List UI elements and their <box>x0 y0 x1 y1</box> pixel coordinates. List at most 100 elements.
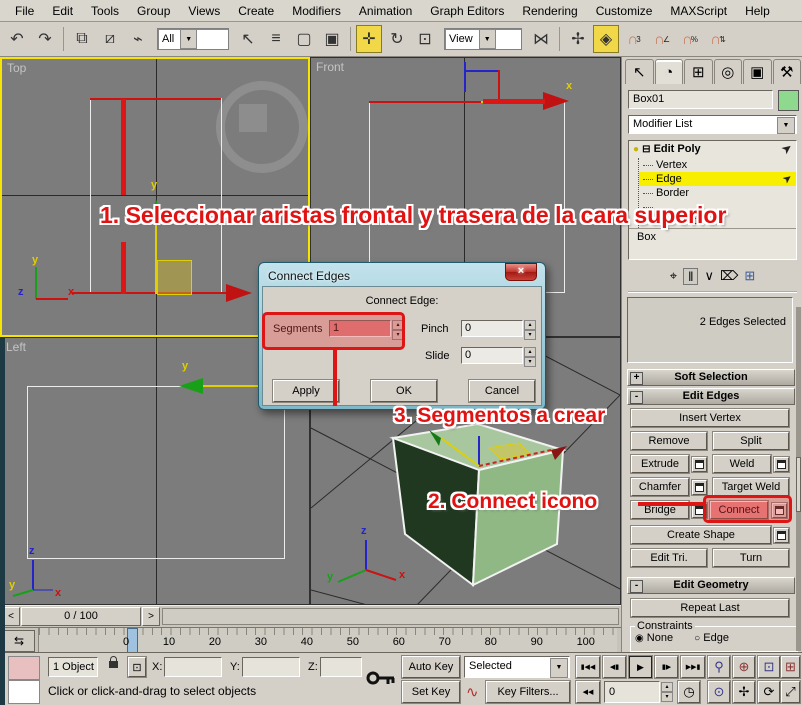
y-coordinate-field[interactable] <box>242 657 300 677</box>
split-button[interactable]: Split <box>713 432 789 450</box>
next-frame-button[interactable]: > <box>142 607 160 626</box>
expand-icon[interactable]: ⊟ <box>642 144 650 155</box>
constraint-edge-radio[interactable]: ○ Edge <box>694 632 729 644</box>
z-coordinate-field[interactable] <box>320 657 362 677</box>
target-weld-button[interactable]: Target Weld <box>713 478 789 496</box>
select-object-button[interactable]: ↖ <box>235 25 261 53</box>
time-slider-handle[interactable]: 0 / 100 <box>21 607 141 626</box>
menu-tools[interactable]: Tools <box>82 1 128 21</box>
time-configuration-button[interactable]: ◷ <box>678 681 700 703</box>
maxscript-mini-listener-pink[interactable] <box>8 656 40 680</box>
select-by-name-button[interactable]: ≡ <box>263 25 289 53</box>
extrude-button[interactable]: Extrude <box>631 455 689 473</box>
make-unique-button[interactable]: ∨ <box>704 268 714 284</box>
select-rotate-button[interactable]: ↻ <box>384 25 410 53</box>
selection-lock-toggle[interactable] <box>104 657 122 677</box>
x-coordinate-field[interactable] <box>164 657 222 677</box>
menu-group[interactable]: Group <box>128 1 179 21</box>
next-frame-button[interactable]: ▮▶ <box>655 656 678 678</box>
maxscript-mini-listener-white[interactable] <box>8 680 40 704</box>
modifier-list-dropdown[interactable]: Modifier List ▼ <box>628 115 797 134</box>
viewport-left-label[interactable]: Left <box>6 340 26 354</box>
snap-3d-button[interactable]: ∩3 <box>621 25 647 53</box>
dropdown-arrow-icon[interactable]: ▼ <box>777 117 795 134</box>
bind-spacewarp-button[interactable]: ⌁ <box>125 25 151 53</box>
edit-tri-button[interactable]: Edit Tri. <box>631 549 707 567</box>
menu-customize[interactable]: Customize <box>587 1 662 21</box>
turn-button[interactable]: Turn <box>713 549 789 567</box>
window-crossing-button[interactable]: ▣ <box>319 25 345 53</box>
stack-edit-poly[interactable]: ● ⊟ Edit Poly ➤ <box>629 141 796 158</box>
pan-button[interactable]: ✢ <box>733 681 755 703</box>
percent-snap-button[interactable]: ∩% <box>677 25 703 53</box>
modifier-name[interactable]: Edit Poly <box>654 143 701 155</box>
selected-edge-front[interactable] <box>72 292 227 294</box>
dropdown-arrow-icon[interactable]: ▼ <box>550 658 568 678</box>
zoom-all-button[interactable]: ⊕ <box>733 656 755 678</box>
dialog-title-bar[interactable]: Connect Edges × <box>262 266 542 286</box>
scrollbar-thumb[interactable] <box>796 457 801 512</box>
spinner-snap-button[interactable]: ∩⇅ <box>705 25 731 53</box>
pinch-field[interactable]: 0 <box>461 320 523 337</box>
unlink-button[interactable]: ⧄ <box>97 25 123 53</box>
rollout-edit-edges[interactable]: - Edit Edges <box>627 388 795 405</box>
gizmo-y-arrow-icon[interactable] <box>179 378 203 394</box>
constraint-none-radio[interactable]: ◉ None <box>635 632 673 644</box>
pinch-spinner[interactable]: ▴▾ <box>524 320 536 338</box>
tab-utilities[interactable]: ⚒ <box>773 59 802 84</box>
set-key-button[interactable]: Set Key <box>402 681 460 703</box>
visibility-bulb-icon[interactable]: ● <box>633 144 639 155</box>
create-shape-settings-button[interactable] <box>774 528 789 543</box>
select-link-button[interactable]: ⧉ <box>69 25 95 53</box>
stack-vertex[interactable]: Vertex <box>639 158 796 172</box>
box-wireframe-left[interactable] <box>27 386 285 559</box>
select-move-button[interactable]: ✛ <box>356 25 382 53</box>
viewport-front-label[interactable]: Front <box>316 60 344 74</box>
menu-graph-editors[interactable]: Graph Editors <box>421 1 513 21</box>
time-slider-track[interactable] <box>162 608 619 625</box>
expand-sign[interactable]: + <box>630 372 643 385</box>
selected-edge-back[interactable] <box>90 98 221 100</box>
zoom-extents-all-button[interactable]: ⊞ <box>781 656 800 678</box>
object-color-swatch[interactable] <box>778 90 799 111</box>
tab-modify[interactable]: ◔ <box>655 59 684 84</box>
zoom-extents-button[interactable]: ⊡ <box>758 656 780 678</box>
menu-create[interactable]: Create <box>229 1 283 21</box>
collapse-sign[interactable]: - <box>630 391 643 404</box>
frame-spinner[interactable]: ▴▾ <box>661 682 673 700</box>
angle-snap-button[interactable]: ∩∠ <box>649 25 675 53</box>
current-frame-field[interactable]: 0 <box>604 681 660 703</box>
select-scale-button[interactable]: ⊡ <box>412 25 438 53</box>
insert-vertex-button[interactable]: Insert Vertex <box>631 409 789 427</box>
menu-rendering[interactable]: Rendering <box>513 1 586 21</box>
zoom-button[interactable]: ⚲ <box>708 656 730 678</box>
tab-display[interactable]: ▣ <box>743 59 772 84</box>
track-bar-ruler[interactable]: 0 10 20 30 40 50 60 70 80 90 100 <box>38 628 617 653</box>
close-icon[interactable]: × <box>505 263 537 281</box>
selection-set-dropdown[interactable]: Selected ▼ <box>464 656 570 678</box>
slide-spinner[interactable]: ▴▾ <box>524 347 536 365</box>
menu-edit[interactable]: Edit <box>43 1 82 21</box>
auto-key-button[interactable]: Auto Key <box>402 656 460 678</box>
remove-modifier-button[interactable]: ⌦ <box>720 268 738 284</box>
show-end-result-button[interactable]: ‖ <box>683 268 698 285</box>
selection-filter-dropdown[interactable]: All ▼ <box>157 28 229 50</box>
menu-modifiers[interactable]: Modifiers <box>283 1 350 21</box>
curves-icon[interactable]: ∿ <box>466 683 479 701</box>
min-max-toggle-button[interactable]: ⤢ <box>781 681 800 703</box>
mini-curve-editor-button[interactable]: ⇆ <box>3 630 35 652</box>
selected-edge-top[interactable] <box>369 101 487 103</box>
chamfer-button[interactable]: Chamfer <box>631 478 689 496</box>
redo-button[interactable]: ↷ <box>32 25 58 53</box>
gizmo-plane-handle[interactable] <box>157 260 192 295</box>
stack-base-object[interactable]: Box <box>629 228 796 245</box>
reference-coordinate-dropdown[interactable]: View ▼ <box>444 28 522 50</box>
create-shape-button[interactable]: Create Shape <box>631 526 771 544</box>
chamfer-settings-button[interactable] <box>692 480 707 495</box>
undo-button[interactable]: ↶ <box>4 25 30 53</box>
menu-views[interactable]: Views <box>179 1 229 21</box>
menu-help[interactable]: Help <box>736 1 779 21</box>
object-name-field[interactable]: Box01 <box>628 90 773 109</box>
menu-animation[interactable]: Animation <box>350 1 421 21</box>
rollout-edit-geometry[interactable]: - Edit Geometry <box>627 577 795 594</box>
